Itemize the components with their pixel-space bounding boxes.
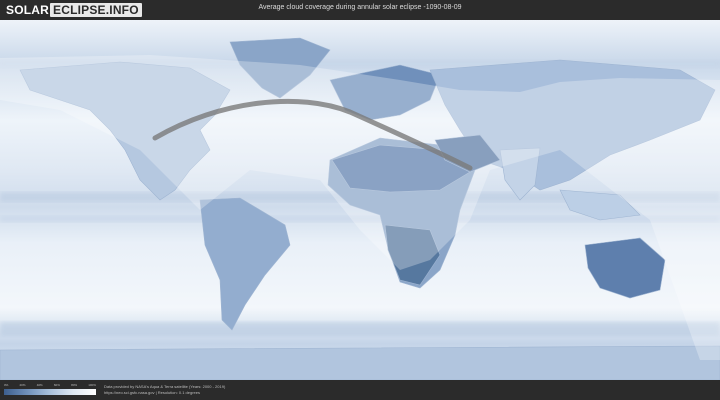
legend-tick: 20%: [19, 383, 26, 387]
legend-tick: 0%: [4, 383, 9, 387]
legend-gradient-bar: [4, 389, 96, 395]
world-map-svg: [0, 20, 720, 380]
cloud-coverage-map[interactable]: [0, 20, 720, 380]
header-bar: SOLAR ECLIPSE.INFO Average cloud coverag…: [0, 0, 720, 20]
legend-tick: 80%: [71, 383, 78, 387]
legend-tick: 40%: [36, 383, 43, 387]
legend-ticks: 0% 20% 40% 60% 80% 100%: [4, 383, 96, 388]
cloud-coverage-legend: 0% 20% 40% 60% 80% 100%: [4, 383, 96, 397]
legend-tick: 100%: [88, 383, 96, 387]
legend-tick: 60%: [53, 383, 60, 387]
antarctica: [0, 345, 720, 380]
data-credits: Data provided by NASA's Aqua & Terra sat…: [104, 384, 225, 396]
page-title: Average cloud coverage during annular so…: [258, 4, 462, 11]
credit-line-2[interactable]: https://neo.sci.gsfc.nasa.gov | Resoluti…: [104, 390, 225, 396]
footer-bar: 0% 20% 40% 60% 80% 100% Data provided by…: [0, 380, 720, 400]
